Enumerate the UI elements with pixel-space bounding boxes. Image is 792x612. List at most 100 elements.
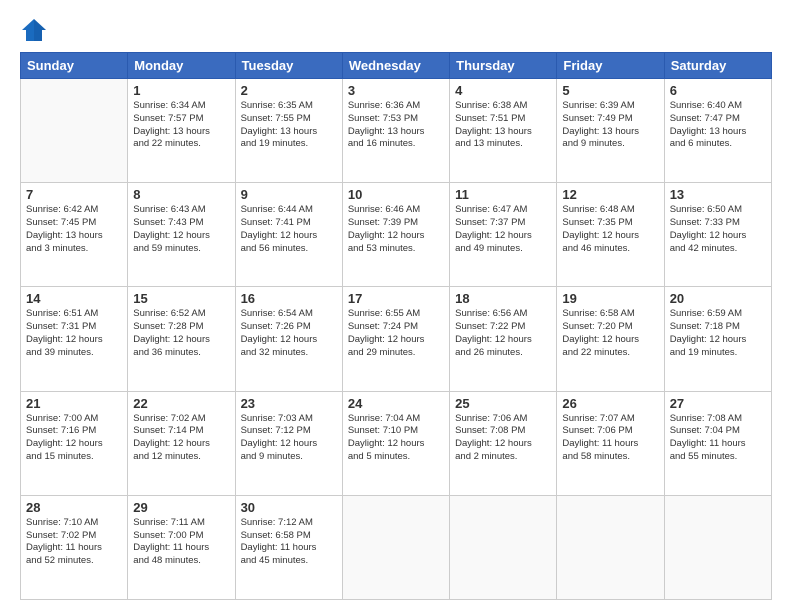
weekday-header-friday: Friday — [557, 53, 664, 79]
calendar-cell: 10 Sunrise: 6:46 AM Sunset: 7:39 PM Dayli… — [342, 183, 449, 287]
day-info: Sunrise: 7:03 AM Sunset: 7:12 PM Dayligh… — [241, 413, 337, 464]
weekday-header-sunday: Sunday — [21, 53, 128, 79]
calendar-cell: 5 Sunrise: 6:39 AM Sunset: 7:49 PM Daylig… — [557, 79, 664, 183]
day-info: Sunrise: 6:56 AM Sunset: 7:22 PM Dayligh… — [455, 308, 551, 359]
calendar-cell — [21, 79, 128, 183]
day-number: 13 — [670, 187, 766, 202]
calendar-cell: 11 Sunrise: 6:47 AM Sunset: 7:37 PM Dayli… — [450, 183, 557, 287]
calendar-cell: 26Sunrise: 7:07 AM Sunset: 7:06 PM Dayli… — [557, 391, 664, 495]
day-info: Sunrise: 6:48 AM Sunset: 7:35 PM Dayligh… — [562, 204, 658, 255]
day-number: 1 — [133, 83, 229, 98]
calendar-cell: 15Sunrise: 6:52 AM Sunset: 7:28 PM Dayli… — [128, 287, 235, 391]
calendar-cell — [664, 495, 771, 599]
day-number: 25 — [455, 396, 551, 411]
day-number: 8 — [133, 187, 229, 202]
day-number: 4 — [455, 83, 551, 98]
calendar-cell: 2Sunrise: 6:35 AM Sunset: 7:55 PM Daylig… — [235, 79, 342, 183]
day-info: Sunrise: 6:58 AM Sunset: 7:20 PM Dayligh… — [562, 308, 658, 359]
day-number: 11 — [455, 187, 551, 202]
calendar-cell: 30 Sunrise: 7:12 AM Sunset: 6:58 PM Dayli… — [235, 495, 342, 599]
day-number: 9 — [241, 187, 337, 202]
day-info: Sunrise: 6:34 AM Sunset: 7:57 PM Dayligh… — [133, 100, 229, 151]
day-number: 18 — [455, 291, 551, 306]
calendar-cell: 24Sunrise: 7:04 AM Sunset: 7:10 PM Dayli… — [342, 391, 449, 495]
calendar-cell: 29 Sunrise: 7:11 AM Sunset: 7:00 PM Dayli… — [128, 495, 235, 599]
calendar-cell: 9 Sunrise: 6:44 AM Sunset: 7:41 PM Daylig… — [235, 183, 342, 287]
calendar-cell: 17 Sunrise: 6:55 AM Sunset: 7:24 PM Dayli… — [342, 287, 449, 391]
weekday-header-monday: Monday — [128, 53, 235, 79]
day-info: Sunrise: 7:12 AM Sunset: 6:58 PM Dayligh… — [241, 517, 337, 568]
day-info: Sunrise: 7:10 AM Sunset: 7:02 PM Dayligh… — [26, 517, 122, 568]
calendar-cell: 7 Sunrise: 6:42 AM Sunset: 7:45 PM Daylig… — [21, 183, 128, 287]
day-info: Sunrise: 6:51 AM Sunset: 7:31 PM Dayligh… — [26, 308, 122, 359]
calendar-cell: 27 Sunrise: 7:08 AM Sunset: 7:04 PM Dayli… — [664, 391, 771, 495]
calendar-cell — [342, 495, 449, 599]
page: SundayMondayTuesdayWednesdayThursdayFrid… — [0, 0, 792, 612]
calendar-week-row: 28 Sunrise: 7:10 AM Sunset: 7:02 PM Dayli… — [21, 495, 772, 599]
day-info: Sunrise: 7:08 AM Sunset: 7:04 PM Dayligh… — [670, 413, 766, 464]
calendar-cell: 22 Sunrise: 7:02 AM Sunset: 7:14 PM Dayli… — [128, 391, 235, 495]
calendar-cell: 8 Sunrise: 6:43 AM Sunset: 7:43 PM Daylig… — [128, 183, 235, 287]
header — [20, 16, 772, 44]
day-info: Sunrise: 7:07 AM Sunset: 7:06 PM Dayligh… — [562, 413, 658, 464]
day-info: Sunrise: 6:55 AM Sunset: 7:24 PM Dayligh… — [348, 308, 444, 359]
day-number: 7 — [26, 187, 122, 202]
day-info: Sunrise: 7:11 AM Sunset: 7:00 PM Dayligh… — [133, 517, 229, 568]
calendar-cell: 1 Sunrise: 6:34 AM Sunset: 7:57 PM Daylig… — [128, 79, 235, 183]
day-number: 6 — [670, 83, 766, 98]
calendar-week-row: 7 Sunrise: 6:42 AM Sunset: 7:45 PM Daylig… — [21, 183, 772, 287]
day-number: 5 — [562, 83, 658, 98]
day-number: 30 — [241, 500, 337, 515]
day-info: Sunrise: 6:54 AM Sunset: 7:26 PM Dayligh… — [241, 308, 337, 359]
calendar-cell — [450, 495, 557, 599]
day-info: Sunrise: 7:06 AM Sunset: 7:08 PM Dayligh… — [455, 413, 551, 464]
day-info: Sunrise: 7:04 AM Sunset: 7:10 PM Dayligh… — [348, 413, 444, 464]
day-number: 10 — [348, 187, 444, 202]
calendar-cell: 3Sunrise: 6:36 AM Sunset: 7:53 PM Daylig… — [342, 79, 449, 183]
calendar-cell: 13 Sunrise: 6:50 AM Sunset: 7:33 PM Dayli… — [664, 183, 771, 287]
day-info: Sunrise: 6:39 AM Sunset: 7:49 PM Dayligh… — [562, 100, 658, 151]
day-info: Sunrise: 6:52 AM Sunset: 7:28 PM Dayligh… — [133, 308, 229, 359]
day-number: 3 — [348, 83, 444, 98]
day-number: 27 — [670, 396, 766, 411]
day-info: Sunrise: 6:47 AM Sunset: 7:37 PM Dayligh… — [455, 204, 551, 255]
day-info: Sunrise: 6:50 AM Sunset: 7:33 PM Dayligh… — [670, 204, 766, 255]
calendar-cell: 4 Sunrise: 6:38 AM Sunset: 7:51 PM Daylig… — [450, 79, 557, 183]
weekday-header-tuesday: Tuesday — [235, 53, 342, 79]
day-info: Sunrise: 6:43 AM Sunset: 7:43 PM Dayligh… — [133, 204, 229, 255]
calendar-cell: 6 Sunrise: 6:40 AM Sunset: 7:47 PM Daylig… — [664, 79, 771, 183]
day-info: Sunrise: 6:59 AM Sunset: 7:18 PM Dayligh… — [670, 308, 766, 359]
calendar-cell: 12Sunrise: 6:48 AM Sunset: 7:35 PM Dayli… — [557, 183, 664, 287]
day-number: 19 — [562, 291, 658, 306]
day-number: 20 — [670, 291, 766, 306]
calendar-cell: 20 Sunrise: 6:59 AM Sunset: 7:18 PM Dayli… — [664, 287, 771, 391]
day-info: Sunrise: 6:44 AM Sunset: 7:41 PM Dayligh… — [241, 204, 337, 255]
day-info: Sunrise: 6:38 AM Sunset: 7:51 PM Dayligh… — [455, 100, 551, 151]
day-info: Sunrise: 7:02 AM Sunset: 7:14 PM Dayligh… — [133, 413, 229, 464]
day-number: 14 — [26, 291, 122, 306]
day-number: 22 — [133, 396, 229, 411]
weekday-header-saturday: Saturday — [664, 53, 771, 79]
weekday-header-wednesday: Wednesday — [342, 53, 449, 79]
day-number: 21 — [26, 396, 122, 411]
day-info: Sunrise: 6:42 AM Sunset: 7:45 PM Dayligh… — [26, 204, 122, 255]
day-number: 29 — [133, 500, 229, 515]
day-info: Sunrise: 6:40 AM Sunset: 7:47 PM Dayligh… — [670, 100, 766, 151]
day-number: 23 — [241, 396, 337, 411]
calendar-cell: 16 Sunrise: 6:54 AM Sunset: 7:26 PM Dayli… — [235, 287, 342, 391]
logo — [20, 16, 52, 44]
day-number: 28 — [26, 500, 122, 515]
day-number: 16 — [241, 291, 337, 306]
weekday-header-row: SundayMondayTuesdayWednesdayThursdayFrid… — [21, 53, 772, 79]
day-number: 2 — [241, 83, 337, 98]
day-info: Sunrise: 6:46 AM Sunset: 7:39 PM Dayligh… — [348, 204, 444, 255]
calendar-cell: 14 Sunrise: 6:51 AM Sunset: 7:31 PM Dayli… — [21, 287, 128, 391]
calendar-week-row: 1 Sunrise: 6:34 AM Sunset: 7:57 PM Daylig… — [21, 79, 772, 183]
calendar-cell: 23 Sunrise: 7:03 AM Sunset: 7:12 PM Dayli… — [235, 391, 342, 495]
calendar-cell: 25 Sunrise: 7:06 AM Sunset: 7:08 PM Dayli… — [450, 391, 557, 495]
calendar-cell — [557, 495, 664, 599]
day-info: Sunrise: 7:00 AM Sunset: 7:16 PM Dayligh… — [26, 413, 122, 464]
calendar-week-row: 21 Sunrise: 7:00 AM Sunset: 7:16 PM Dayli… — [21, 391, 772, 495]
day-number: 17 — [348, 291, 444, 306]
calendar-cell: 19 Sunrise: 6:58 AM Sunset: 7:20 PM Dayli… — [557, 287, 664, 391]
